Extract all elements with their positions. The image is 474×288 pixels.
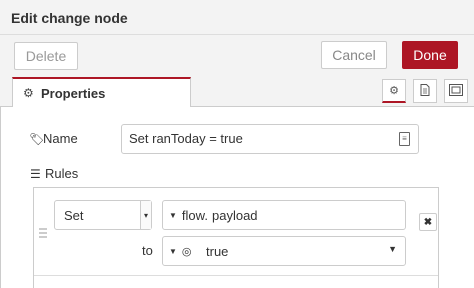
name-label: Name <box>43 131 78 146</box>
rule-to-label: to <box>142 243 153 258</box>
rule-target-value: payload <box>212 208 258 223</box>
rule-target-type-select[interactable]: ▼ flow. <box>163 201 208 229</box>
drag-handle-icon[interactable] <box>39 228 47 238</box>
chevron-down-icon: ▾ <box>140 201 151 229</box>
rule-value-type-select[interactable]: ▼ ◎ <box>163 237 204 265</box>
done-button[interactable]: Done <box>402 41 458 69</box>
delete-button[interactable]: Delete <box>14 42 78 70</box>
remove-rule-button[interactable]: ✖ <box>419 213 437 231</box>
dialog-titlebar: Edit change node <box>0 0 474 35</box>
dialog-toolbar: Delete Cancel Done <box>0 35 474 75</box>
appearance-icon <box>449 83 463 99</box>
tab-properties[interactable]: ⚙ Properties <box>12 77 191 108</box>
chevron-down-icon[interactable]: ▼ <box>388 244 397 254</box>
rule-target-type: flow. <box>181 207 208 223</box>
rule-row: Set ▾ ▼ flow. payload to ▼ ◎ true ▼ ✖ <box>34 188 438 276</box>
tab-properties-label: Properties <box>41 86 106 101</box>
cancel-button[interactable]: Cancel <box>321 41 387 69</box>
boolean-icon: ◎ <box>181 245 192 258</box>
name-input[interactable]: Set ranToday = true ≡ <box>121 124 419 154</box>
tab-description[interactable] <box>413 79 437 103</box>
gear-icon: ⚙ <box>23 86 34 100</box>
description-icon <box>420 83 430 99</box>
rules-list: Set ▾ ▼ flow. payload to ▼ ◎ true ▼ ✖ <box>33 187 439 288</box>
list-icon: ☰ <box>30 167 41 181</box>
tabs-bar: ⚙ Properties ⚙ <box>0 75 474 108</box>
rule-target-input[interactable]: ▼ flow. payload <box>162 200 406 230</box>
tab-settings[interactable]: ⚙ <box>382 79 406 103</box>
dialog-title: Edit change node <box>11 10 128 26</box>
rule-action-select[interactable]: Set ▾ <box>54 200 152 230</box>
caret-down-icon: ▼ <box>169 210 177 220</box>
name-value: Set ranToday = true <box>129 131 243 146</box>
rule-action-value: Set <box>64 208 84 223</box>
tag-icon: 🏷 <box>29 132 45 146</box>
caret-down-icon: ▼ <box>169 246 177 256</box>
tab-appearance[interactable] <box>444 79 468 103</box>
node-label-icon[interactable]: ≡ <box>399 132 410 146</box>
properties-form: 🏷 Name Set ranToday = true ≡ ☰ Rules Set… <box>0 107 474 288</box>
gear-icon: ⚙ <box>389 85 399 97</box>
close-icon: ✖ <box>423 216 433 228</box>
rules-label: Rules <box>45 166 79 181</box>
rule-value-input[interactable]: ▼ ◎ true ▼ <box>162 236 406 266</box>
rule-value: true <box>206 244 229 259</box>
